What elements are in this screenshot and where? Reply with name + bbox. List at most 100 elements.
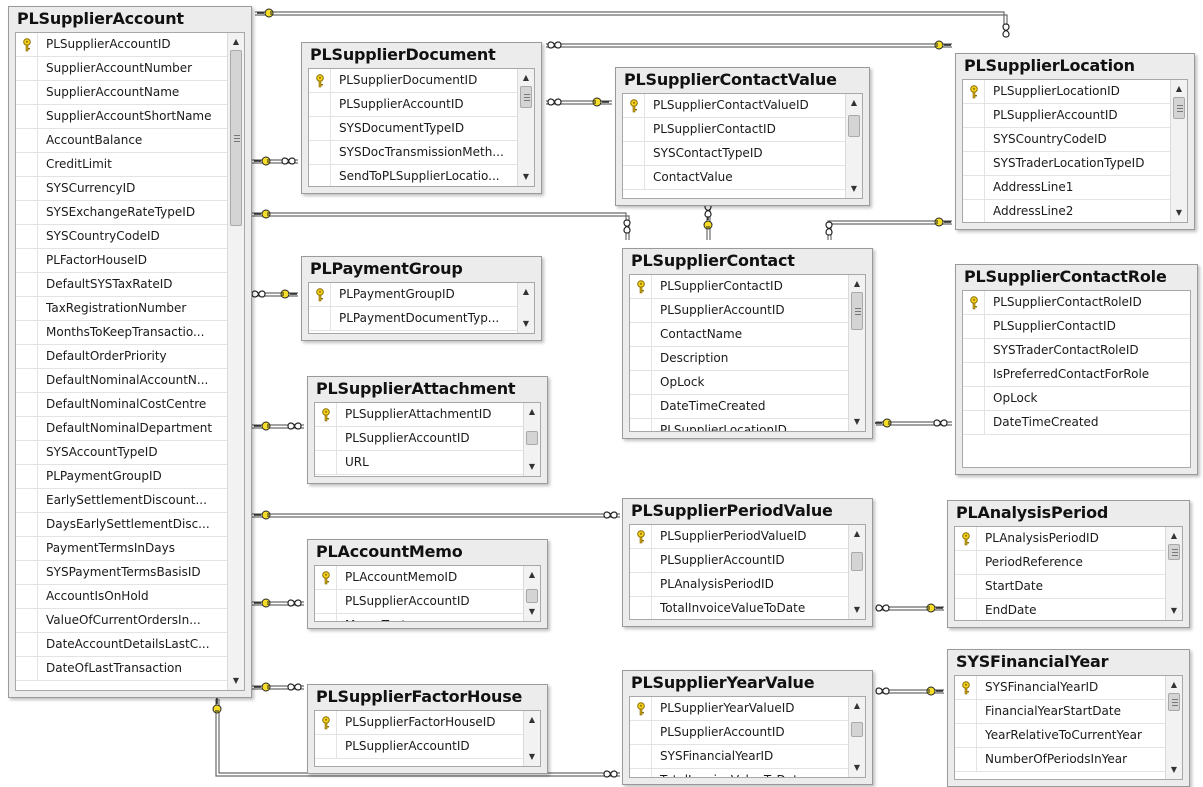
column-row[interactable]: ValueOfCurrentOrdersIn...: [16, 609, 227, 633]
row-selector[interactable]: [963, 387, 985, 410]
column-row[interactable]: PLSupplierContactID: [963, 315, 1190, 339]
column-row[interactable]: CreditLimit: [16, 153, 227, 177]
scroll-down-arrow-icon[interactable]: ▼: [846, 181, 862, 197]
row-selector[interactable]: [955, 575, 977, 598]
vertical-scrollbar[interactable]: ▲ ▼: [227, 33, 244, 690]
row-selector[interactable]: [309, 69, 331, 92]
row-selector[interactable]: [630, 371, 652, 394]
row-selector[interactable]: [630, 769, 652, 777]
column-row[interactable]: PLSupplierAccountID: [630, 299, 848, 323]
row-selector[interactable]: [315, 451, 337, 474]
table-title[interactable]: PLSupplierFactorHouse: [316, 687, 522, 706]
row-selector[interactable]: [963, 411, 985, 434]
scroll-thumb[interactable]: [520, 86, 532, 108]
column-row[interactable]: SYSCurrencyID: [16, 177, 227, 201]
row-selector[interactable]: [16, 201, 38, 224]
row-selector[interactable]: [630, 597, 652, 619]
scroll-up-arrow-icon[interactable]: ▲: [849, 276, 865, 292]
table-title[interactable]: PLAccountMemo: [316, 542, 463, 561]
column-row[interactable]: SendToPLSupplierLocatio...: [309, 165, 517, 186]
column-row[interactable]: PLSupplierContactValueID: [623, 94, 845, 118]
column-row[interactable]: AddressLine2: [963, 200, 1170, 222]
vertical-scrollbar[interactable]: ▲ ▼: [523, 566, 540, 621]
column-row[interactable]: PLSupplierLocationID: [963, 80, 1170, 104]
column-row[interactable]: OpLock: [963, 387, 1190, 411]
row-selector[interactable]: [16, 249, 38, 272]
column-row[interactable]: AccountIsOnHold: [16, 585, 227, 609]
table-plsuppliercontactrole[interactable]: PLSupplierContactRole PLSupplierContactRo…: [955, 264, 1198, 475]
scroll-thumb[interactable]: [526, 589, 538, 603]
column-row[interactable]: SYSAccountTypeID: [16, 441, 227, 465]
scroll-down-arrow-icon[interactable]: ▼: [1171, 205, 1187, 221]
scroll-down-arrow-icon[interactable]: ▼: [849, 602, 865, 618]
column-row[interactable]: PLSupplierLocationID: [630, 419, 848, 431]
row-selector[interactable]: [16, 273, 38, 296]
table-title[interactable]: PLSupplierAttachment: [316, 379, 516, 398]
table-plsupplierdocument[interactable]: PLSupplierDocument PLSupplierDocumentID PL…: [301, 42, 542, 194]
row-selector[interactable]: [315, 711, 337, 734]
column-row[interactable]: DateAccountDetailsLastC...: [16, 633, 227, 657]
table-title[interactable]: SYSFinancialYear: [956, 652, 1109, 671]
column-row[interactable]: DateOfLastTransaction: [16, 657, 227, 681]
row-selector[interactable]: [16, 561, 38, 584]
column-row[interactable]: StartDate: [955, 575, 1165, 599]
column-row[interactable]: ContactName: [630, 323, 848, 347]
row-selector[interactable]: [16, 417, 38, 440]
scroll-up-arrow-icon[interactable]: ▲: [1171, 81, 1187, 97]
column-row[interactable]: SYSFinancialYearID: [630, 745, 848, 769]
column-row[interactable]: SYSDocTransmissionMeth...: [309, 141, 517, 165]
column-row[interactable]: PLPaymentGroupID: [16, 465, 227, 489]
table-title[interactable]: PLSupplierDocument: [310, 45, 496, 64]
vertical-scrollbar[interactable]: ▲ ▼: [1165, 527, 1182, 620]
column-row[interactable]: MemoText: [315, 614, 523, 621]
row-selector[interactable]: [315, 735, 337, 758]
row-selector[interactable]: [16, 441, 38, 464]
row-selector[interactable]: [16, 489, 38, 512]
table-title[interactable]: PLAnalysisPeriod: [956, 503, 1108, 522]
scroll-thumb[interactable]: [526, 431, 538, 445]
scroll-up-arrow-icon[interactable]: ▲: [228, 34, 244, 50]
column-row[interactable]: PLAccountMemoID: [315, 566, 523, 590]
row-selector[interactable]: [16, 585, 38, 608]
column-row[interactable]: SYSCountryCodeID: [16, 225, 227, 249]
row-selector[interactable]: [630, 323, 652, 346]
column-row[interactable]: TotalInvoiceValueToDate: [630, 597, 848, 619]
scroll-up-arrow-icon[interactable]: ▲: [518, 70, 534, 86]
column-row[interactable]: DefaultNominalCostCentre: [16, 393, 227, 417]
row-selector[interactable]: [963, 363, 985, 386]
row-selector[interactable]: [623, 142, 645, 165]
row-selector[interactable]: [16, 105, 38, 128]
table-title[interactable]: PLSupplierContactValue: [624, 70, 837, 89]
scroll-down-arrow-icon[interactable]: ▼: [849, 414, 865, 430]
row-selector[interactable]: [623, 166, 645, 189]
table-title[interactable]: PLSupplierYearValue: [631, 673, 815, 692]
scroll-up-arrow-icon[interactable]: ▲: [1166, 677, 1182, 693]
row-selector[interactable]: [963, 315, 985, 338]
vertical-scrollbar[interactable]: ▲ ▼: [848, 697, 865, 777]
table-sysfinancialyear[interactable]: SYSFinancialYear SYSFinancialYearID Financ…: [947, 649, 1190, 787]
scroll-thumb[interactable]: [1173, 97, 1185, 119]
column-row[interactable]: PLSupplierAccountID: [16, 33, 227, 57]
column-row[interactable]: SYSTraderContactRoleID: [963, 339, 1190, 363]
vertical-scrollbar[interactable]: ▲ ▼: [848, 275, 865, 431]
row-selector[interactable]: [955, 527, 977, 550]
column-row[interactable]: SYSContactTypeID: [623, 142, 845, 166]
row-selector[interactable]: [630, 573, 652, 596]
scroll-thumb[interactable]: [851, 722, 863, 737]
row-selector[interactable]: [315, 427, 337, 450]
row-selector[interactable]: [963, 128, 985, 151]
row-selector[interactable]: [630, 525, 652, 548]
scroll-down-arrow-icon[interactable]: ▼: [524, 459, 540, 475]
column-row[interactable]: PLPaymentGroupID: [309, 283, 517, 307]
column-row[interactable]: PLSupplierContactID: [630, 275, 848, 299]
row-selector[interactable]: [309, 283, 331, 306]
row-selector[interactable]: [955, 724, 977, 747]
column-row[interactable]: DefaultNominalDepartment: [16, 417, 227, 441]
table-plsupplierlocation[interactable]: PLSupplierLocation PLSupplierLocationID PL…: [955, 53, 1195, 230]
vertical-scrollbar[interactable]: ▲ ▼: [845, 94, 862, 198]
column-row[interactable]: PLSupplierAccountID: [630, 721, 848, 745]
column-row[interactable]: TotalInvoiceValueToDate: [630, 769, 848, 777]
row-selector[interactable]: [16, 57, 38, 80]
column-row[interactable]: PLSupplierAccountID: [315, 590, 523, 614]
column-row[interactable]: SupplierAccountShortName: [16, 105, 227, 129]
